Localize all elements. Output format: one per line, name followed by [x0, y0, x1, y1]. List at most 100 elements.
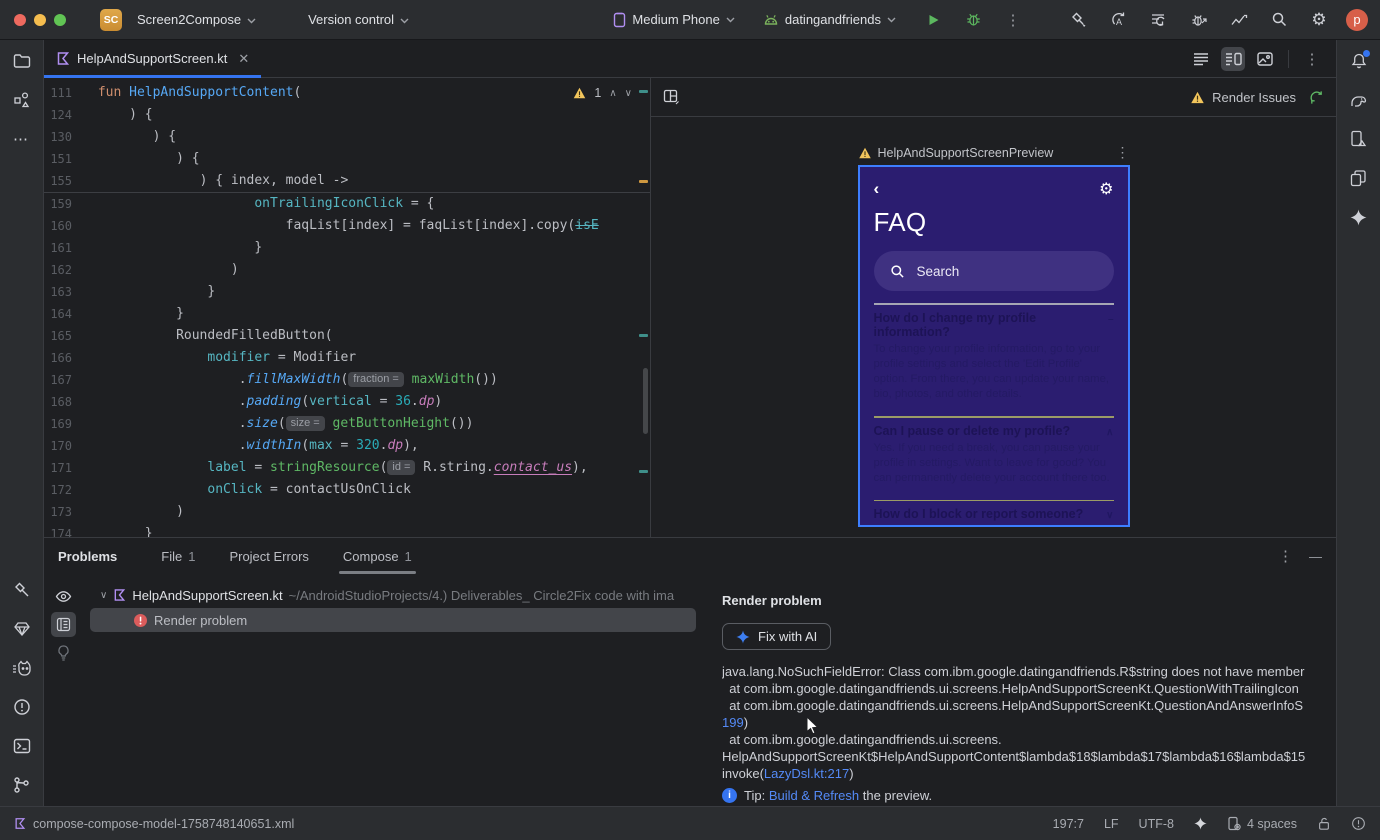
- code-line[interactable]: 167 .fillMaxWidth(fraction = maxWidth()): [44, 369, 650, 391]
- logcat-icon[interactable]: [10, 656, 34, 680]
- build-icon[interactable]: [1066, 7, 1092, 33]
- next-issue-icon[interactable]: ∨: [625, 88, 632, 99]
- caret-position[interactable]: 197:7: [1053, 817, 1084, 831]
- prev-issue-icon[interactable]: ∧: [609, 88, 616, 99]
- design-view-button[interactable]: [1253, 47, 1277, 71]
- code-line[interactable]: 155) { index, model ->: [44, 170, 650, 192]
- faq-question[interactable]: Can I pause or delete my profile? ∧: [874, 424, 1114, 438]
- line-ending[interactable]: LF: [1104, 817, 1119, 831]
- search-everywhere-icon[interactable]: [1266, 7, 1292, 33]
- build-tool-icon[interactable]: [10, 578, 34, 602]
- code-line[interactable]: 159 onTrailingIconClick = {: [44, 193, 650, 215]
- code-line[interactable]: 162): [44, 259, 650, 281]
- problems-tool-icon[interactable]: [10, 695, 34, 719]
- app-quality-insights-icon[interactable]: [10, 617, 34, 641]
- run-button[interactable]: [920, 7, 946, 33]
- settings-gear-icon[interactable]: ⚙: [1099, 181, 1113, 197]
- render-issues-label[interactable]: Render Issues: [1212, 90, 1296, 105]
- stack-trace-link[interactable]: LazyDsl.kt:217: [764, 766, 849, 781]
- attach-debugger-icon[interactable]: [1186, 7, 1212, 33]
- code-line[interactable]: 172 onClick = contactUsOnClick: [44, 479, 650, 501]
- code-line[interactable]: 111 fun HelpAndSupportContent(: [44, 82, 650, 104]
- problems-tab-file[interactable]: File 1: [157, 538, 199, 574]
- code-line[interactable]: 124) {: [44, 104, 650, 126]
- run-configuration-selector[interactable]: datingandfriends: [763, 12, 896, 27]
- unlock-icon[interactable]: [1317, 816, 1331, 831]
- code-line[interactable]: 164}: [44, 303, 650, 325]
- code-view-button[interactable]: [1189, 47, 1213, 71]
- profiler-icon[interactable]: [1226, 7, 1252, 33]
- render-problem-row[interactable]: Render problem: [90, 608, 696, 632]
- resource-manager-icon[interactable]: [10, 88, 34, 112]
- code-editor[interactable]: 111 fun HelpAndSupportContent(124) {130) …: [44, 78, 650, 537]
- inspections-widget[interactable]: 1 ∧ ∨: [573, 86, 632, 100]
- warning-status-icon[interactable]: [1351, 816, 1366, 831]
- problems-tab-compose[interactable]: Compose 1: [338, 538, 416, 574]
- code-line[interactable]: 174}: [44, 523, 650, 537]
- editor-tab-active[interactable]: HelpAndSupportScreen.kt ✕: [44, 40, 262, 78]
- settings-gear-icon[interactable]: ⚙: [1306, 7, 1332, 33]
- code-line[interactable]: 168 .padding(vertical = 36.dp): [44, 391, 650, 413]
- code-line[interactable]: 151) {: [44, 148, 650, 170]
- more-tool-windows-icon[interactable]: ⋯: [10, 127, 34, 151]
- zoom-window-button[interactable]: [54, 13, 66, 26]
- panel-options-kebab[interactable]: ⋮: [1278, 547, 1293, 565]
- code-line[interactable]: 173): [44, 501, 650, 523]
- preview-options-kebab[interactable]: ⋮: [1116, 144, 1130, 161]
- split-view-button[interactable]: [1221, 46, 1245, 71]
- expand-chevron-icon[interactable]: ∨: [100, 590, 107, 601]
- close-window-button[interactable]: [14, 13, 26, 26]
- stack-trace-link[interactable]: 199: [722, 715, 744, 730]
- code-line[interactable]: 171 label = stringResource(id = R.string.…: [44, 457, 650, 479]
- code-line[interactable]: 163}: [44, 281, 650, 303]
- code-line[interactable]: 166 modifier = Modifier: [44, 347, 650, 369]
- close-tab-icon[interactable]: ✕: [238, 51, 249, 67]
- build-refresh-link[interactable]: Build & Refresh: [769, 788, 859, 803]
- ai-status-sparkle-icon[interactable]: [1194, 817, 1207, 830]
- code-line[interactable]: 165 RoundedFilledButton(: [44, 325, 650, 347]
- minimize-window-button[interactable]: [34, 13, 46, 26]
- vcs-menu[interactable]: Version control: [300, 8, 417, 31]
- preview-title-row[interactable]: HelpAndSupportScreenPreview ⋮: [858, 144, 1130, 161]
- code-line[interactable]: 170 .widthIn(max = 320.dp),: [44, 435, 650, 457]
- gemini-icon[interactable]: [1347, 205, 1371, 229]
- faq-question[interactable]: How do I block or report someone? ∨: [874, 507, 1114, 521]
- editor-scrollbar[interactable]: [643, 368, 648, 434]
- preview-device-frame[interactable]: ‹ ⚙ FAQ Search How do I change my profil…: [857, 165, 1130, 527]
- version-control-tool-icon[interactable]: [10, 773, 34, 797]
- back-icon[interactable]: ‹: [874, 180, 880, 197]
- code-line[interactable]: 161}: [44, 237, 650, 259]
- indent-config[interactable]: 4 spaces: [1227, 816, 1297, 831]
- error-stripe-mark[interactable]: [639, 90, 648, 93]
- quick-fix-bulb-icon[interactable]: [51, 640, 76, 665]
- apply-code-changes-icon[interactable]: [1146, 7, 1172, 33]
- run-options-kebab[interactable]: ⋮: [1000, 7, 1026, 33]
- error-stripe-mark[interactable]: [639, 334, 648, 337]
- debug-button[interactable]: [960, 7, 986, 33]
- faq-search-bar[interactable]: Search: [873, 251, 1114, 291]
- project-tool-icon[interactable]: [10, 49, 34, 73]
- code-line[interactable]: 160 faqList[index] = faqList[index].copy(…: [44, 215, 650, 237]
- project-menu[interactable]: Screen2Compose: [129, 8, 264, 31]
- file-encoding[interactable]: UTF-8: [1139, 817, 1174, 831]
- problems-file-row[interactable]: ∨ HelpAndSupportScreen.kt ~/AndroidStudi…: [82, 583, 710, 607]
- preview-layout-icon[interactable]: [663, 89, 680, 105]
- refresh-icon[interactable]: [1309, 90, 1324, 105]
- preview-problem-eye-icon[interactable]: [51, 584, 76, 609]
- device-selector[interactable]: Medium Phone: [613, 12, 735, 28]
- running-devices-icon[interactable]: [1347, 166, 1371, 190]
- code-line[interactable]: 130) {: [44, 126, 650, 148]
- device-manager-icon[interactable]: [1347, 127, 1371, 151]
- error-stripe-mark[interactable]: [639, 180, 648, 183]
- terminal-tool-icon[interactable]: [10, 734, 34, 758]
- error-stripe-mark[interactable]: [639, 470, 648, 473]
- gradle-icon[interactable]: [1347, 88, 1371, 112]
- notifications-bell-icon[interactable]: [1347, 49, 1371, 73]
- user-avatar[interactable]: p: [1346, 8, 1368, 31]
- apply-changes-icon[interactable]: A: [1106, 7, 1132, 33]
- problems-tab-project-errors[interactable]: Project Errors: [225, 538, 312, 574]
- editor-options-kebab[interactable]: ⋮: [1300, 47, 1324, 71]
- hide-panel-icon[interactable]: —: [1309, 549, 1322, 564]
- fix-with-ai-button[interactable]: Fix with AI: [722, 623, 832, 650]
- code-line[interactable]: 169 .size(size = getButtonHeight()): [44, 413, 650, 435]
